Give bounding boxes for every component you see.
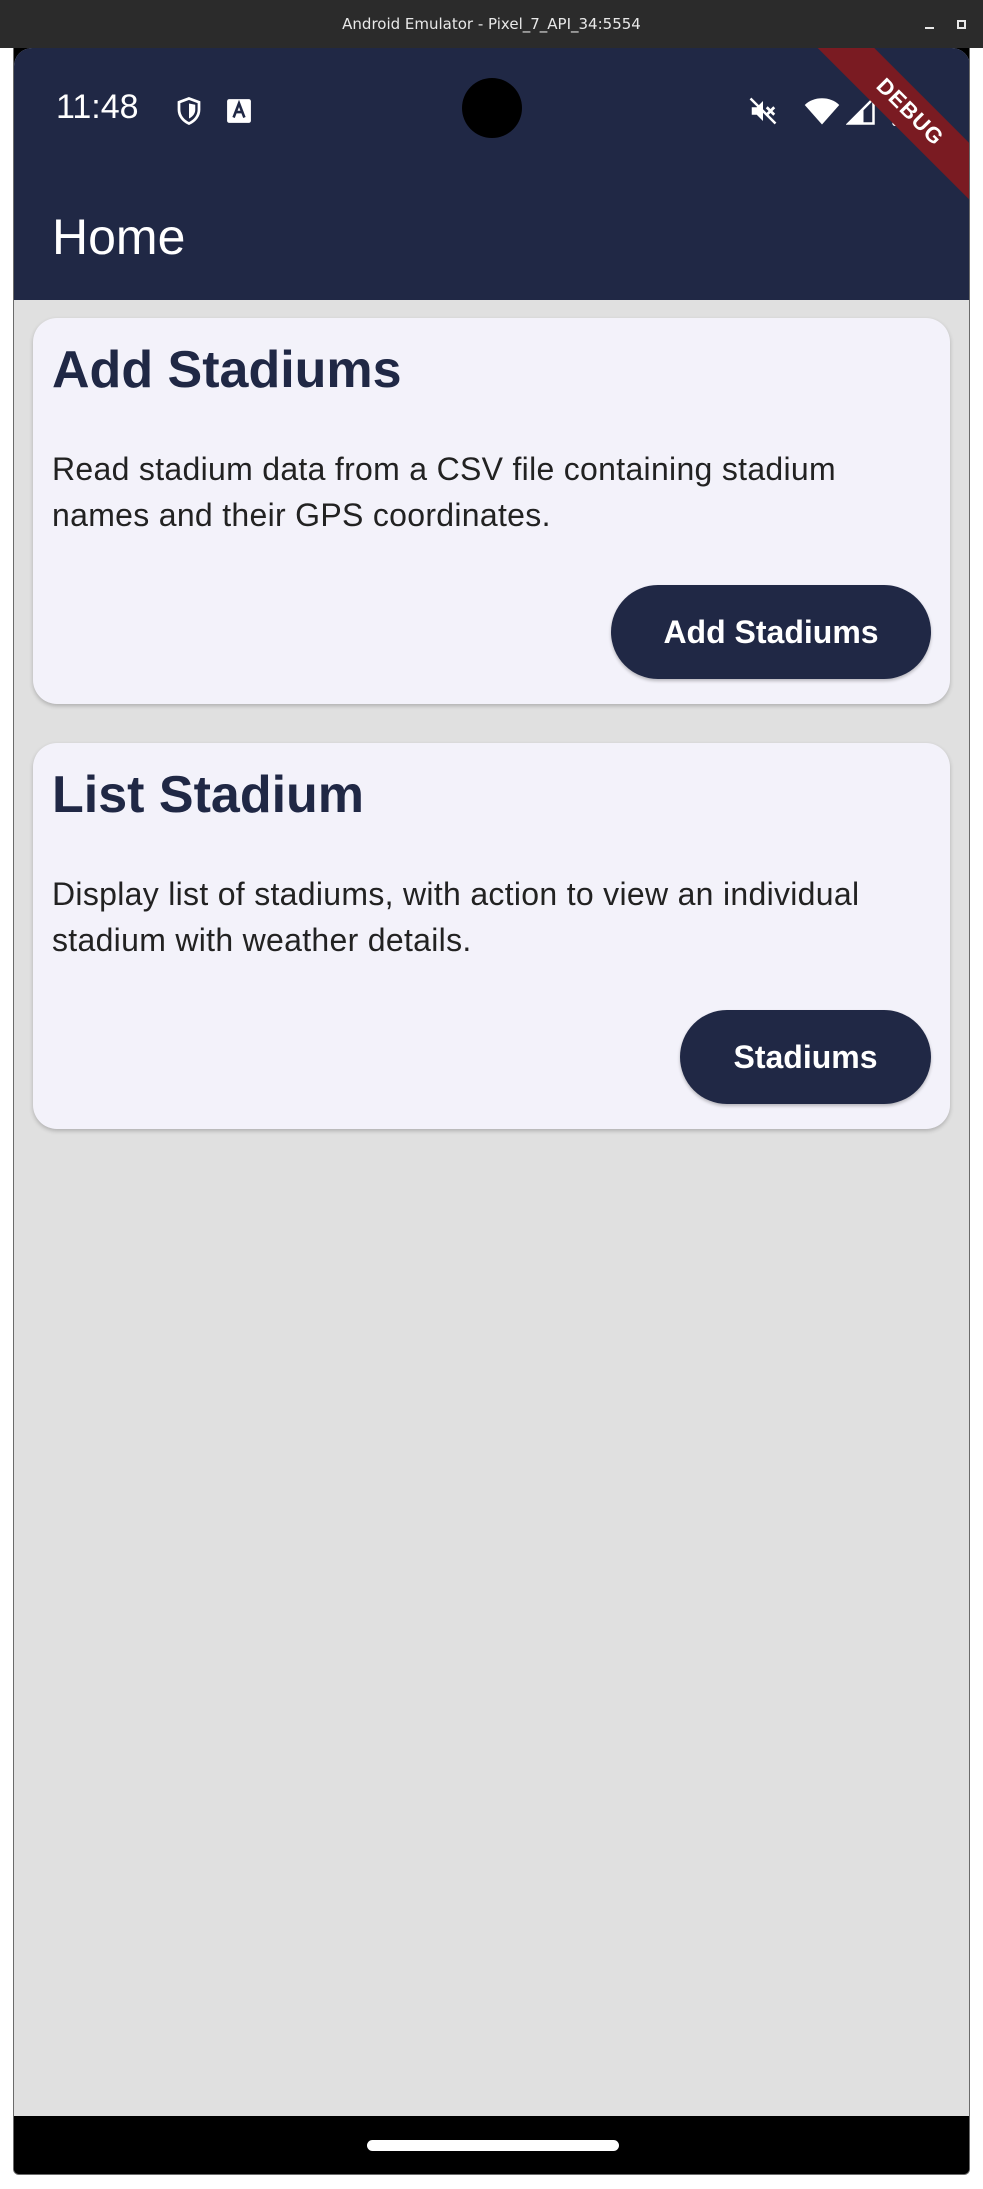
card-description: Read stadium data from a CSV file contai… — [52, 451, 836, 533]
camera-cutout — [462, 78, 522, 138]
device-screen: 11:48 Home DEBUG Add Stadiums Read stadi… — [14, 48, 969, 2116]
font-a-icon — [227, 99, 251, 123]
card-title: List Stadium — [52, 766, 365, 824]
home-gesture-handle[interactable] — [367, 2140, 619, 2151]
wifi-icon — [804, 98, 840, 125]
stadiums-button[interactable]: Stadiums — [680, 1010, 931, 1104]
add-stadiums-button[interactable]: Add Stadiums — [611, 585, 931, 679]
card-title: Add Stadiums — [52, 341, 402, 399]
window-title: Android Emulator - Pixel_7_API_34:5554 — [342, 15, 641, 33]
window-titlebar: Android Emulator - Pixel_7_API_34:5554 — [0, 0, 983, 48]
status-bar: 11:48 — [14, 48, 969, 172]
maximize-button[interactable] — [951, 14, 971, 34]
shield-icon — [177, 97, 201, 126]
page-title: Home — [52, 209, 186, 265]
minimize-button[interactable] — [919, 14, 939, 34]
add-stadiums-card: Add Stadiums Read stadium data from a CS… — [33, 318, 950, 704]
navigation-bar — [14, 2116, 969, 2174]
minimize-icon — [924, 27, 934, 29]
mute-icon — [749, 97, 777, 125]
card-description: Display list of stadiums, with action to… — [52, 876, 860, 958]
emulator-window: Android Emulator - Pixel_7_API_34:5554 1… — [0, 0, 983, 2189]
list-stadium-card: List Stadium Display list of stadiums, w… — [33, 743, 950, 1129]
app-bar: 11:48 Home DEBUG — [14, 48, 969, 300]
maximize-icon — [956, 19, 966, 29]
device-frame: 11:48 Home DEBUG Add Stadiums Read stadi… — [13, 48, 970, 2175]
status-time: 11:48 — [56, 88, 139, 126]
